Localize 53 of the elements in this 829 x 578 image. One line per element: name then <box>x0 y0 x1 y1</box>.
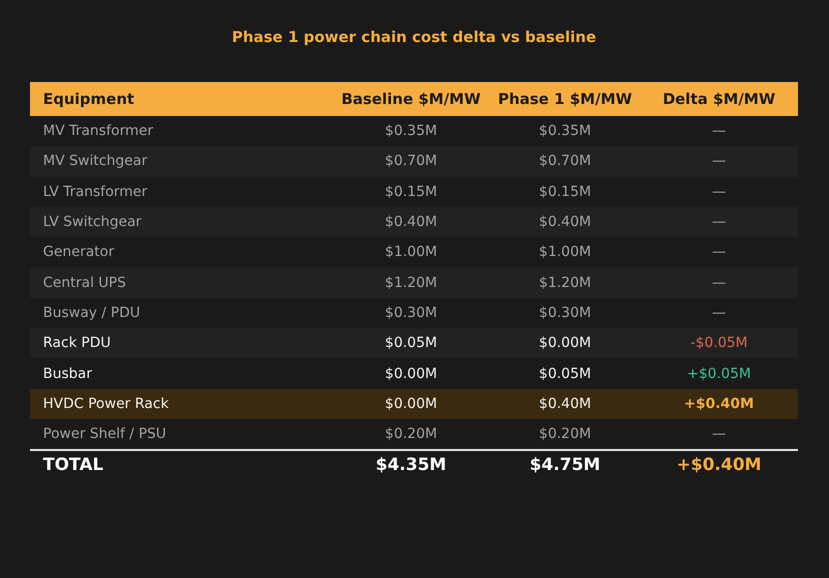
total-cell: +$0.40M <box>640 449 798 480</box>
column-header: Equipment <box>30 82 332 116</box>
table-cell: -$0.05M <box>640 328 798 358</box>
table-cell: — <box>640 206 798 238</box>
table-cell-text: — <box>711 304 727 323</box>
table-cell: HVDC Power Rack <box>30 388 332 419</box>
column-header: Delta $M/MW <box>640 82 798 116</box>
column-header: Baseline $M/MW <box>332 82 490 116</box>
table-cell: $0.40M <box>332 206 490 238</box>
table-cell-text: +$0.05M <box>686 364 752 384</box>
table-cell-text: Busway / PDU <box>42 304 142 323</box>
table-cell: $1.20M <box>332 267 490 298</box>
chart-title: Phase 1 power chain cost delta vs baseline <box>232 28 596 46</box>
table-cell-text: Busbar <box>42 364 93 384</box>
table-cell-text: Generator <box>42 243 116 262</box>
table-cell-text: $0.20M <box>384 425 438 444</box>
table-cell-text: — <box>711 425 727 444</box>
table-cell-text: — <box>711 182 727 202</box>
table-cell: $0.05M <box>332 328 490 358</box>
table-cell-text: $0.35M <box>384 122 438 142</box>
table-cell-text: $1.00M <box>384 243 438 262</box>
table-cell-text: $0.30M <box>384 304 438 323</box>
table-cell: $0.70M <box>490 146 640 177</box>
table-cell-text: $0.00M <box>384 364 438 384</box>
table-cell-text: $0.15M <box>384 182 438 202</box>
table-cell-text: $0.05M <box>538 364 592 384</box>
total-cell: TOTAL <box>30 449 332 480</box>
table-cell-text: — <box>711 122 727 142</box>
table-cell-text: $0.35M <box>538 122 592 142</box>
table-cell: $1.20M <box>490 267 640 298</box>
table-cell: LV Switchgear <box>30 206 332 238</box>
table-cell-text: $0.15M <box>538 182 592 202</box>
table-cell-text: LV Transformer <box>42 182 148 202</box>
table-cell-text: $0.20M <box>538 425 592 444</box>
table-cell-text: Power Shelf / PSU <box>42 425 168 444</box>
table-cell-text: $1.00M <box>538 243 592 262</box>
column-header: Phase 1 $M/MW <box>490 82 640 116</box>
table-cell: — <box>640 267 798 298</box>
table-cell: $0.70M <box>332 146 490 177</box>
table-cell: Rack PDU <box>30 328 332 358</box>
table-cell: — <box>640 146 798 177</box>
table-cell: $0.40M <box>490 206 640 238</box>
table-cell: Central UPS <box>30 267 332 298</box>
table-cell: $0.00M <box>490 328 640 358</box>
table-cell-text: $0.30M <box>538 304 592 323</box>
table-cell: +$0.40M <box>640 388 798 419</box>
table-cell: $0.00M <box>332 388 490 419</box>
table-cell-text: MV Transformer <box>42 122 154 142</box>
table-cell: $0.40M <box>490 388 640 419</box>
table-cell: MV Switchgear <box>30 146 332 177</box>
total-cell: $4.75M <box>490 449 640 480</box>
total-cell: $4.35M <box>332 449 490 480</box>
table-cell-text: — <box>711 243 727 262</box>
